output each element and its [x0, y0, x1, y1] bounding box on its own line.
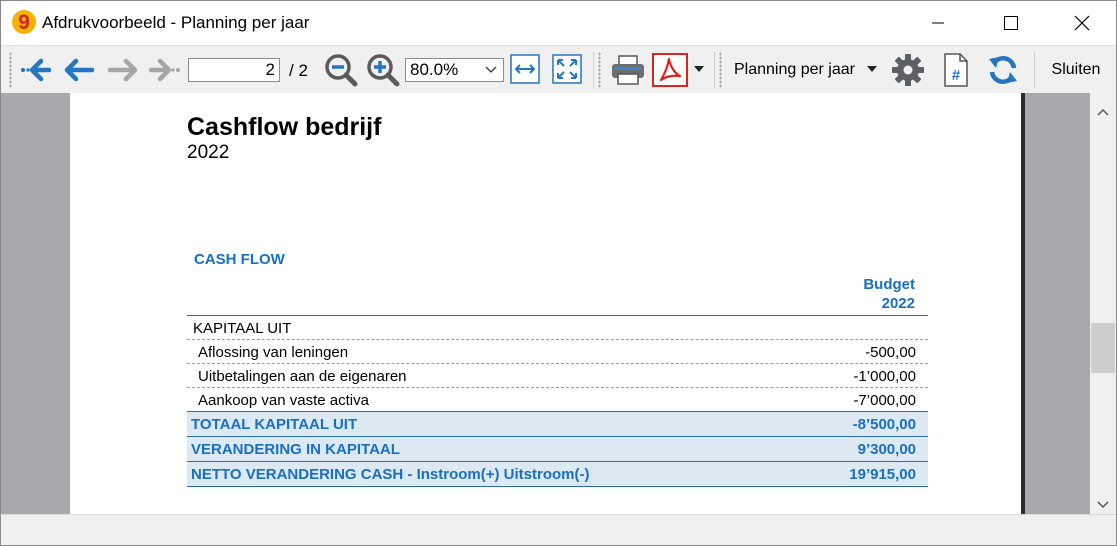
export-pdf-button[interactable]: [651, 52, 689, 88]
last-page-button[interactable]: [147, 54, 183, 86]
page-numbering-button[interactable]: #: [939, 52, 973, 88]
row-label: NETTO VERANDERING CASH - Instroom(+) Uit…: [191, 466, 590, 483]
previous-page-button[interactable]: [61, 54, 97, 86]
total-row: NETTO VERANDERING CASH - Instroom(+) Uit…: [187, 462, 928, 487]
zoom-select[interactable]: 80.0%: [405, 58, 504, 82]
fit-page-button[interactable]: [551, 53, 583, 85]
section-heading: CASH FLOW: [194, 251, 285, 268]
toolbar-separator: [714, 52, 715, 88]
toolbar-grip[interactable]: [598, 52, 601, 88]
print-button[interactable]: [608, 52, 648, 88]
page-shadow: [1021, 93, 1025, 514]
chevron-down-icon: [485, 66, 497, 73]
toolbar-grip[interactable]: [719, 52, 722, 88]
toolbar-grip[interactable]: [9, 52, 12, 88]
first-page-arrow-icon: [21, 58, 52, 82]
table-row: Uitbetalingen aan de eigenaren -1’000,00: [187, 364, 928, 388]
previous-arrow-icon: [64, 58, 95, 82]
fit-width-icon: [510, 54, 540, 84]
close-preview-button[interactable]: Sluiten: [1040, 52, 1112, 88]
next-page-button[interactable]: [105, 54, 141, 86]
vertical-scrollbar[interactable]: [1090, 93, 1116, 514]
window-title: Afdrukvoorbeeld - Planning per jaar: [42, 13, 310, 32]
total-row: TOTAAL KAPITAAL UIT -8’500,00: [187, 412, 928, 437]
page-number-input[interactable]: 2: [188, 58, 280, 82]
chevron-up-icon: [1097, 108, 1109, 116]
refresh-button[interactable]: [984, 52, 1022, 88]
scroll-down-button[interactable]: [1097, 496, 1109, 514]
total-row: VERANDERING IN KAPITAAL 9’300,00: [187, 437, 928, 462]
title-bar: 9 Afdrukvoorbeeld - Planning per jaar: [1, 1, 1116, 45]
column-header-budget: Budget: [863, 276, 915, 293]
zoom-in-button[interactable]: [365, 53, 401, 87]
table-row: Aflossing van leningen -500,00: [187, 340, 928, 364]
report-selector[interactable]: Planning per jaar: [734, 61, 855, 79]
report-selector-dropdown[interactable]: [863, 60, 881, 78]
svg-text:9: 9: [18, 11, 30, 34]
print-preview-window: 9 Afdrukvoorbeeld - Planning per jaar 2 …: [0, 0, 1117, 546]
report-title: Cashflow bedrijf: [187, 113, 382, 141]
column-header-year: 2022: [881, 295, 915, 312]
settings-button[interactable]: [889, 52, 927, 88]
minimize-icon: [932, 22, 944, 24]
pdf-icon: [652, 53, 688, 87]
gear-icon: [892, 54, 924, 86]
report-year: 2022: [187, 142, 230, 163]
caret-down-icon: [694, 66, 704, 72]
first-page-button[interactable]: [18, 54, 54, 86]
zoom-value: 80.0%: [410, 60, 459, 79]
maximize-icon: [1004, 16, 1018, 30]
toolbar: 2 / 2 80.0% Planning per jaar # Sluiten: [1, 45, 1116, 94]
export-dropdown-button[interactable]: [691, 60, 707, 78]
toolbar-separator: [593, 52, 594, 88]
row-label: TOTAAL KAPITAAL UIT: [191, 416, 358, 433]
fit-page-icon: [552, 54, 582, 84]
page-total-label: / 2: [289, 61, 308, 80]
row-label: Aankoop van vaste activa: [198, 392, 369, 409]
caret-down-icon: [867, 66, 877, 72]
app-logo-icon: 9: [12, 10, 36, 34]
table-row: Aankoop van vaste activa -7’000,00: [187, 388, 928, 412]
close-icon: [1074, 15, 1090, 31]
status-bar: [1, 514, 1116, 545]
refresh-icon: [989, 55, 1017, 85]
last-page-arrow-icon: [148, 58, 180, 82]
row-label: Uitbetalingen aan de eigenaren: [198, 368, 407, 385]
scrollbar-thumb[interactable]: [1091, 323, 1115, 373]
page-number-icon: #: [944, 53, 968, 87]
row-value: 9’300,00: [857, 441, 916, 458]
cashflow-table: KAPITAAL UIT Aflossing van leningen -500…: [187, 315, 928, 487]
svg-text:#: #: [952, 67, 961, 84]
row-value: -7’000,00: [853, 392, 916, 409]
close-window-button[interactable]: [1059, 1, 1105, 45]
scroll-up-button[interactable]: [1097, 103, 1109, 121]
minimize-button[interactable]: [915, 1, 961, 45]
zoom-out-button[interactable]: [323, 53, 359, 87]
chevron-down-icon: [1097, 501, 1109, 509]
next-arrow-icon: [107, 58, 138, 82]
printer-icon: [612, 55, 644, 85]
row-label: KAPITAAL UIT: [193, 320, 292, 337]
maximize-button[interactable]: [988, 1, 1034, 45]
row-value: -8’500,00: [852, 416, 916, 433]
row-value: 19’915,00: [849, 466, 916, 483]
row-value: -500,00: [865, 344, 916, 361]
row-value: -1’000,00: [853, 368, 916, 385]
toolbar-separator: [1034, 52, 1035, 88]
row-label: VERANDERING IN KAPITAAL: [191, 441, 400, 458]
fit-width-button[interactable]: [509, 53, 541, 85]
zoom-out-icon: [325, 54, 358, 87]
zoom-in-icon: [367, 54, 400, 87]
row-label: Aflossing van leningen: [198, 344, 349, 361]
table-row: KAPITAAL UIT: [187, 316, 928, 340]
